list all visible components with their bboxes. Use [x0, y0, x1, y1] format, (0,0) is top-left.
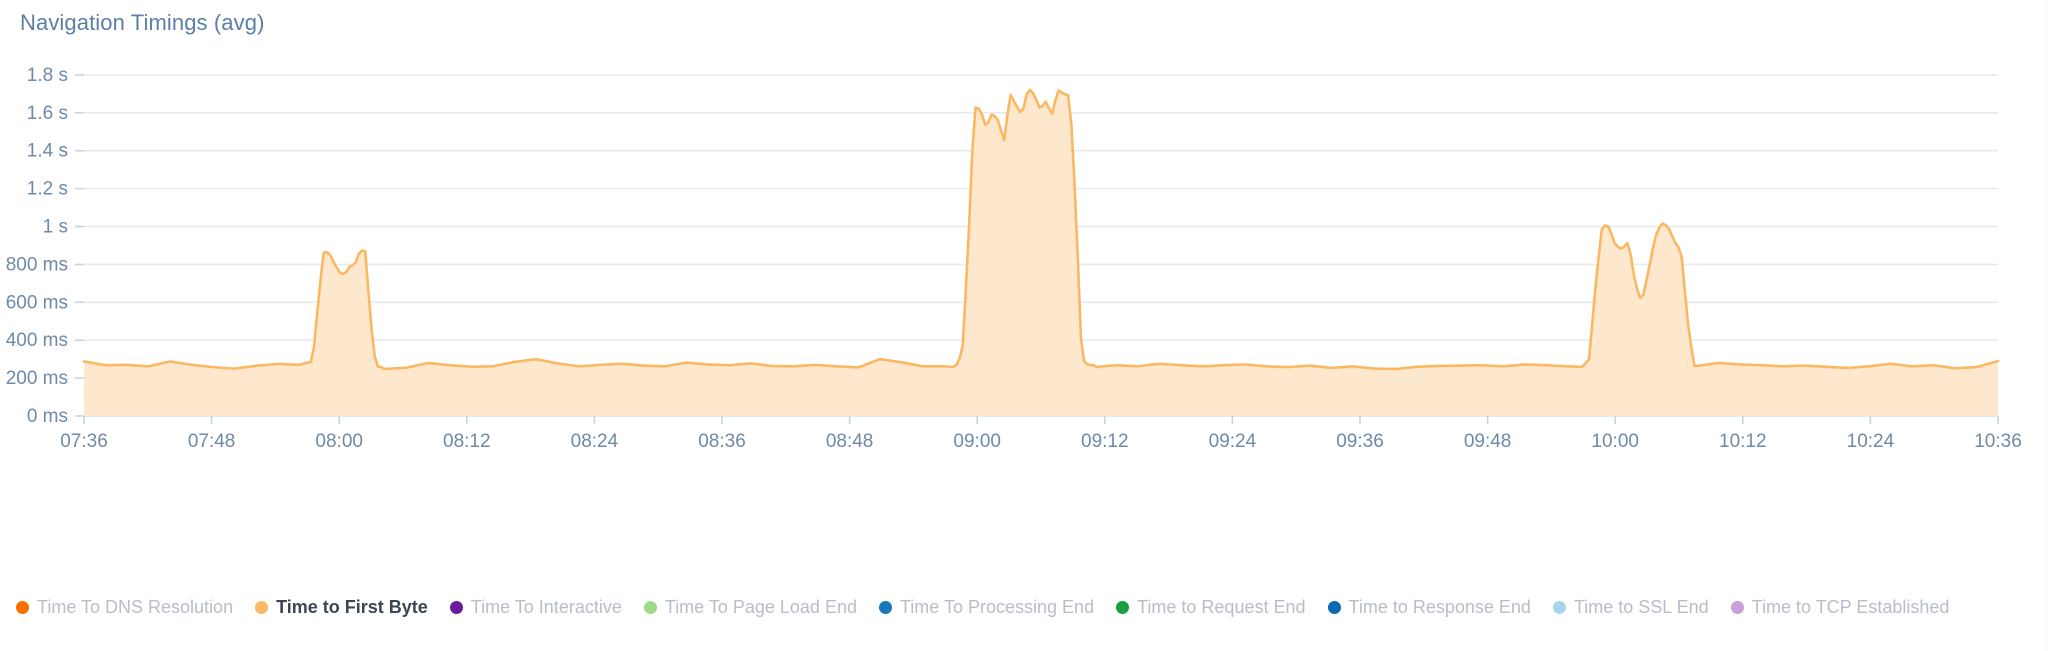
- x-tick-label: 08:36: [698, 431, 746, 452]
- chart-legend: Time To DNS Resolution Time to First Byte…: [16, 597, 1971, 618]
- legend-item-label: Time to Request End: [1137, 597, 1306, 617]
- legend-item-4[interactable]: Time To Processing End: [878, 597, 1095, 618]
- legend-color-dot-icon: [1730, 601, 1744, 614]
- navigation-timings-chart-panel: Navigation Timings (avg) 0 ms 200 ms 400 m…: [0, 0, 2048, 651]
- x-tick-label: 10:12: [1719, 431, 1767, 452]
- legend-color-dot-icon: [878, 601, 892, 614]
- x-tick-label: 10:24: [1847, 431, 1895, 452]
- legend-item-label: Time to First Byte: [276, 597, 428, 617]
- legend-item-label: Time To Page Load End: [664, 597, 857, 617]
- x-tick-label: 10:36: [1974, 431, 2022, 452]
- x-tick-label: 09:00: [953, 431, 1001, 452]
- x-tick-label: 07:48: [188, 431, 236, 452]
- page-title: Navigation Timings (avg): [20, 10, 265, 35]
- legend-item-6[interactable]: Time to Response End: [1327, 597, 1531, 618]
- legend-item-label: Time to Response End: [1348, 597, 1531, 617]
- legend-item-2[interactable]: Time To Interactive: [449, 597, 622, 618]
- legend-color-dot-icon: [1327, 601, 1341, 614]
- y-tick-label: 1 s: [43, 217, 68, 238]
- y-tick-label: 0 ms: [27, 406, 68, 427]
- x-tick-label: 08:00: [315, 431, 363, 452]
- x-tick-label: 09:12: [1081, 431, 1129, 452]
- legend-item-label: Time To Interactive: [470, 597, 622, 617]
- y-tick-label: 200 ms: [6, 368, 68, 389]
- x-tick-label: 08:12: [443, 431, 491, 452]
- y-tick-label: 1.4 s: [27, 141, 68, 162]
- legend-color-dot-icon: [16, 601, 29, 614]
- y-tick-label: 800 ms: [6, 254, 68, 275]
- x-tick-label: 09:36: [1336, 431, 1384, 452]
- y-tick-label: 1.6 s: [27, 103, 68, 124]
- series-group: [82, 88, 2000, 417]
- y-tick-label: 400 ms: [6, 330, 68, 351]
- x-tick-label: 08:48: [826, 431, 874, 452]
- y-tick-label: 1.2 s: [27, 179, 68, 200]
- chart-svg: 0 ms 200 ms 400 ms 600 ms 800 ms 1 s 1.2 s 1.4 …: [6, 65, 2022, 452]
- y-tick-label: 600 ms: [6, 292, 68, 313]
- legend-item-label: Time to SSL End: [1573, 597, 1709, 617]
- legend-item-8[interactable]: Time to TCP Established: [1730, 597, 1950, 618]
- x-tick-label: 08:24: [571, 431, 619, 452]
- legend-item-1[interactable]: Time to First Byte: [255, 597, 428, 618]
- x-axis-ticks-group: 07:36 07:48 08:00 08:12 08:24 08:36 08:48 09:00…: [60, 416, 2022, 452]
- chart-plot-area: 0 ms 200 ms 400 ms 600 ms 800 ms 1 s 1.2 s 1.4 …: [0, 42, 2048, 542]
- legend-color-dot-icon: [1552, 601, 1566, 614]
- legend-color-dot-icon: [1116, 601, 1130, 614]
- legend-item-3[interactable]: Time To Page Load End: [643, 597, 857, 618]
- x-tick-label: 10:00: [1591, 431, 1639, 452]
- series-area-time-to-first-byte: [84, 89, 1998, 417]
- legend-item-0[interactable]: Time To DNS Resolution: [16, 597, 233, 618]
- legend-color-dot-icon: [643, 601, 657, 614]
- legend-item-5[interactable]: Time to Request End: [1116, 597, 1306, 618]
- x-tick-label: 09:24: [1209, 431, 1257, 452]
- y-axis-ticks-group: 0 ms 200 ms 400 ms 600 ms 800 ms 1 s 1.2 s 1.4 …: [6, 65, 84, 427]
- x-tick-label: 07:36: [60, 431, 108, 452]
- legend-color-dot-icon: [255, 601, 269, 614]
- legend-item-label: Time to TCP Established: [1751, 597, 1950, 617]
- y-tick-label: 1.8 s: [27, 65, 68, 86]
- panel-right-edge: [2042, 0, 2048, 651]
- legend-item-label: Time To Processing End: [899, 597, 1095, 617]
- x-tick-label: 09:48: [1464, 431, 1512, 452]
- legend-item-label: Time To DNS Resolution: [37, 597, 234, 617]
- legend-color-dot-icon: [449, 601, 463, 614]
- legend-item-7[interactable]: Time to SSL End: [1552, 597, 1709, 618]
